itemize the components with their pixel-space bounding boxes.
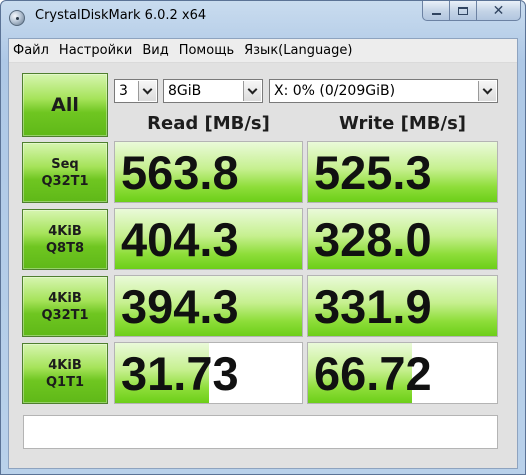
menu-bar: Файл Настройки Вид Помощь Язык(Language)	[9, 39, 517, 63]
test-label-line1: Seq	[51, 156, 79, 172]
drive-select[interactable]: X: 0% (0/209GiB)	[269, 79, 498, 103]
write-result-value: 66.72	[314, 347, 432, 400]
test-count-select[interactable]: 3	[114, 79, 158, 103]
minimize-button[interactable]	[422, 1, 449, 21]
test-label-line1: 4KiB	[48, 223, 82, 239]
test-size-select[interactable]: 8GiB	[163, 79, 263, 103]
comment-input[interactable]	[23, 415, 498, 449]
write-result-cell: 66.72	[307, 342, 498, 404]
all-tests-label: All	[51, 94, 79, 116]
window-controls: ✕	[422, 1, 521, 21]
write-result-cell: 331.9	[307, 275, 498, 337]
drive-value: X: 0% (0/209GiB)	[274, 83, 396, 99]
write-result-value: 331.9	[314, 280, 432, 333]
read-column-header: Read [MB/s]	[147, 113, 270, 134]
test-button-4kib-q8t8[interactable]: 4KiB Q8T8	[22, 209, 108, 270]
test-button-4kib-q32t1[interactable]: 4KiB Q32T1	[22, 276, 108, 337]
chevron-down-icon	[247, 84, 258, 94]
menu-settings[interactable]: Настройки	[54, 43, 137, 58]
write-result-cell: 525.3	[307, 141, 498, 203]
read-result-cell: 394.3	[114, 275, 303, 337]
test-label-line1: 4KiB	[48, 290, 82, 306]
test-button-seq-q32t1[interactable]: Seq Q32T1	[22, 142, 108, 203]
write-result-cell: 328.0	[307, 208, 498, 270]
write-result-value: 525.3	[314, 146, 432, 199]
test-label-line2: Q8T8	[45, 240, 84, 256]
read-result-cell: 31.73	[114, 342, 303, 404]
write-column-header: Write [MB/s]	[338, 113, 467, 134]
test-button-4kib-q1t1[interactable]: 4KiB Q1T1	[22, 343, 108, 404]
menu-view[interactable]: Вид	[137, 43, 173, 58]
read-result-cell: 404.3	[114, 208, 303, 270]
read-result-value: 563.8	[121, 146, 239, 199]
read-result-value: 394.3	[121, 280, 239, 333]
app-window: CrystalDiskMark 6.0.2 x64 ✕ Файл Настрой…	[0, 0, 526, 475]
test-size-value: 8GiB	[168, 83, 202, 99]
test-count-value: 3	[119, 83, 128, 99]
test-size-dropdown-arrow[interactable]	[243, 81, 261, 101]
close-button[interactable]: ✕	[476, 1, 521, 21]
test-label-line2: Q1T1	[45, 374, 84, 390]
read-result-value: 404.3	[121, 213, 239, 266]
chevron-down-icon	[482, 84, 493, 94]
close-icon: ✕	[492, 2, 505, 19]
maximize-button[interactable]	[449, 1, 476, 21]
test-label-line2: Q32T1	[41, 173, 89, 189]
menu-language[interactable]: Язык(Language)	[239, 43, 357, 58]
test-count-dropdown-arrow[interactable]	[138, 81, 156, 101]
menu-help[interactable]: Помощь	[174, 43, 239, 58]
chevron-down-icon	[142, 84, 153, 94]
write-result-value: 328.0	[314, 213, 432, 266]
test-label-line2: Q32T1	[41, 307, 89, 323]
read-result-value: 31.73	[121, 347, 239, 400]
menu-file[interactable]: Файл	[9, 43, 54, 58]
minimize-icon	[431, 12, 441, 15]
maximize-icon	[458, 6, 468, 15]
read-result-cell: 563.8	[114, 141, 303, 203]
crystaldiskmark-disc-icon	[9, 10, 25, 26]
test-label-line1: 4KiB	[48, 357, 82, 373]
all-tests-button[interactable]: All	[22, 73, 108, 137]
drive-dropdown-arrow[interactable]	[478, 81, 496, 101]
window-title: CrystalDiskMark 6.0.2 x64	[35, 8, 207, 23]
